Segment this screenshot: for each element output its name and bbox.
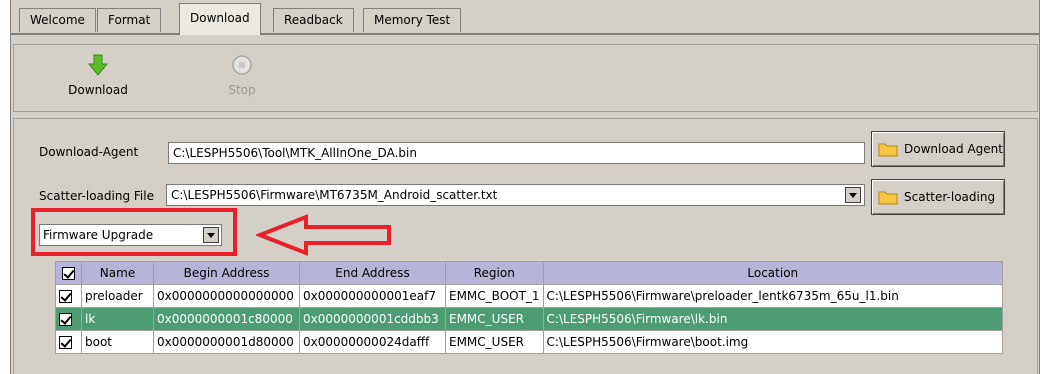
cell-end-address: 0x0000000001cddbb3 (299, 307, 446, 331)
row-checkbox[interactable] (59, 313, 72, 326)
row-checkbox-cell[interactable] (55, 307, 82, 331)
cell-region: EMMC_USER (445, 307, 544, 331)
cell-begin-address: 0x0000000001d80000 (153, 330, 300, 354)
cell-end-address: 0x000000000001eaf7 (299, 284, 446, 308)
tab-format[interactable]: Format (97, 8, 162, 32)
scatter-loading-button[interactable]: Scatter-loading (871, 179, 1005, 215)
cell-begin-address: 0x0000000000000000 (153, 284, 300, 308)
scatter-dropdown-button[interactable] (845, 187, 861, 203)
download-mode-value: Firmware Upgrade (43, 228, 154, 242)
flash-tool-window: Welcome Format Download Readback Memory … (10, 0, 1040, 374)
cell-end-address: 0x00000000024dafff (299, 330, 446, 354)
cell-name: lk (81, 307, 154, 331)
cell-name: preloader (81, 284, 154, 308)
cell-location[interactable]: C:\LESPH5506\Firmware\boot.img (542, 330, 1004, 354)
stop-button[interactable]: Stop (202, 51, 282, 109)
scatter-loading-value: C:\LESPH5506\Firmware\MT6735M_Android_sc… (171, 188, 498, 202)
column-header-begin-address[interactable]: Begin Address (153, 261, 300, 285)
column-header-end-address[interactable]: End Address (299, 261, 446, 285)
download-button[interactable]: Download (58, 51, 138, 109)
row-checkbox-cell[interactable] (55, 330, 82, 354)
scatter-loading-field[interactable]: C:\LESPH5506\Firmware\MT6735M_Android_sc… (166, 184, 865, 206)
download-agent-button-label: Download Agent (904, 142, 1003, 156)
table-header-row: Name Begin Address End Address Region Lo… (55, 261, 1004, 285)
cell-location[interactable]: C:\LESPH5506\Firmware\preloader_lentk673… (542, 284, 1004, 308)
download-agent-label: Download-Agent (39, 145, 139, 159)
row-checkbox-cell[interactable] (55, 284, 82, 308)
cell-name: boot (81, 330, 154, 354)
scatter-loading-label: Scatter-loading File (39, 189, 154, 203)
table-row[interactable]: lk 0x0000000001c80000 0x0000000001cddbb3… (55, 307, 1004, 331)
table-row[interactable]: boot 0x0000000001d80000 0x00000000024daf… (55, 330, 1004, 354)
folder-icon (878, 191, 898, 205)
tab-bar: Welcome Format Download Readback Memory … (11, 0, 1039, 38)
tab-divider (11, 33, 1039, 35)
select-all-header[interactable] (55, 261, 82, 285)
cell-location[interactable]: C:\LESPH5506\Firmware\lk.bin (542, 307, 1004, 331)
folder-icon (878, 143, 898, 157)
download-arrow-icon (87, 54, 109, 76)
download-button-label: Download (68, 83, 128, 97)
tab-welcome[interactable]: Welcome (19, 8, 96, 32)
table-row[interactable]: preloader 0x0000000000000000 0x000000000… (55, 284, 1004, 308)
download-agent-field[interactable]: C:\LESPH5506\Tool\MTK_AllInOne_DA.bin (168, 142, 865, 164)
row-checkbox[interactable] (59, 336, 72, 349)
select-all-checkbox[interactable] (62, 267, 75, 280)
row-checkbox[interactable] (59, 290, 72, 303)
download-mode-select[interactable]: Firmware Upgrade (39, 224, 222, 246)
tab-memory-test[interactable]: Memory Test (363, 8, 462, 32)
partition-table: Name Begin Address End Address Region Lo… (55, 261, 1004, 354)
toolbar: Download Stop (13, 44, 1038, 112)
column-header-name[interactable]: Name (81, 261, 154, 285)
column-header-region[interactable]: Region (445, 261, 544, 285)
cell-begin-address: 0x0000000001c80000 (153, 307, 300, 331)
stop-button-label: Stop (228, 83, 256, 97)
stop-icon (232, 55, 252, 75)
scatter-loading-button-label: Scatter-loading (904, 190, 996, 204)
cell-region: EMMC_USER (445, 330, 544, 354)
cell-region: EMMC_BOOT_1 (445, 284, 544, 308)
download-agent-button[interactable]: Download Agent (871, 131, 1005, 167)
annotation-arrow-icon (256, 214, 391, 256)
column-header-location[interactable]: Location (542, 261, 1004, 285)
download-mode-dropdown-button[interactable] (203, 227, 219, 243)
tab-readback[interactable]: Readback (273, 8, 354, 32)
tab-download[interactable]: Download (179, 3, 261, 35)
